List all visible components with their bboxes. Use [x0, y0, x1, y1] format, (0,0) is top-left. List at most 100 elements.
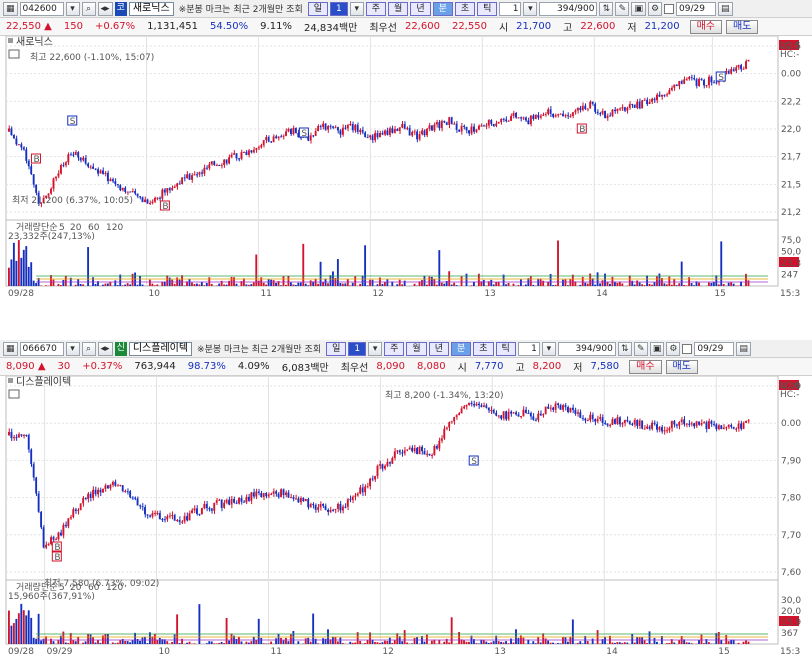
interval-value[interactable]: 1: [517, 341, 540, 356]
period-minute[interactable]: 분: [432, 1, 453, 16]
open-price: 7,770: [474, 361, 504, 372]
x-axis-label: 15:3: [780, 289, 800, 296]
candle-body: [299, 498, 302, 503]
period-month[interactable]: 월: [388, 1, 409, 16]
candle-body: [148, 515, 151, 517]
volume-bar: [450, 284, 453, 286]
candle-body: [89, 493, 92, 498]
draw-tool-icon[interactable]: ✎: [633, 341, 648, 356]
volume-bar: [12, 242, 15, 286]
interval-dropdown-button[interactable]: ▾: [368, 341, 383, 356]
gear-icon[interactable]: ⚙: [666, 341, 681, 356]
buy-button[interactable]: 매수: [629, 359, 662, 374]
chart-area[interactable]: 8,09 0.00 7,90 7,80 7,70 7,60 LC:6 HC:- 30,0 20,0…: [0, 376, 812, 654]
chart-area[interactable]: 22,5 0.00 22,2 22,0 21,7 21,5 21,2 LC:6 HC:- 75,0…: [0, 36, 812, 296]
candle-body: [591, 414, 594, 420]
candle-body: [581, 105, 584, 111]
volume-bar: [566, 641, 569, 644]
code-dropdown-button[interactable]: ▾: [65, 1, 80, 16]
layout-icon[interactable]: ▦: [3, 341, 18, 356]
period-tick[interactable]: 틱: [495, 341, 516, 356]
interval-dropdown-button[interactable]: ▾: [349, 1, 364, 16]
volume-bar: [339, 282, 342, 286]
period-second[interactable]: 초: [454, 1, 476, 16]
candle-body: [445, 122, 448, 125]
interval-value[interactable]: 1: [499, 1, 522, 16]
candle-body: [238, 158, 240, 160]
prev-next-icon[interactable]: ◂▸: [97, 341, 113, 356]
stock-name-field[interactable]: 새로닉스: [128, 1, 174, 16]
code-dropdown-button[interactable]: ▾: [65, 341, 80, 356]
volume-bar: [468, 641, 470, 644]
volume-bar: [106, 633, 109, 644]
candle-body: [566, 115, 569, 117]
sell-button[interactable]: 매도: [665, 359, 698, 374]
candle-body: [665, 430, 668, 432]
candle-body: [260, 493, 263, 498]
period-tick[interactable]: 틱: [477, 1, 498, 16]
buy-button[interactable]: 매수: [689, 19, 722, 34]
candle-body: [747, 59, 750, 62]
candle-body: [485, 405, 488, 408]
volume-bar: [685, 642, 688, 644]
volume-bar: [129, 284, 132, 286]
indicator-icon[interactable]: ⇅: [617, 341, 632, 356]
period-year[interactable]: 년: [428, 341, 449, 356]
date-field[interactable]: 09/29: [694, 341, 735, 356]
period-week[interactable]: 주: [384, 341, 405, 356]
gear-icon[interactable]: ⚙: [647, 1, 663, 16]
period-year[interactable]: 년: [410, 1, 431, 16]
search-icon[interactable]: ⌕: [81, 341, 96, 356]
period-day[interactable]: 일: [307, 1, 329, 16]
prev-next-icon[interactable]: ◂▸: [97, 1, 113, 16]
calendar-icon[interactable]: ▤: [736, 341, 751, 356]
candle-body: [651, 422, 653, 429]
layout-icon[interactable]: ▦: [3, 1, 18, 16]
candle-body: [673, 421, 676, 425]
candlestick-chart[interactable]: 8,090.007,907,807,707,60LC:6HC:-30,020,0…: [0, 376, 812, 654]
stock-code-input[interactable]: 042600: [19, 1, 64, 16]
period-day[interactable]: 일: [326, 341, 347, 356]
candle-count-field[interactable]: 394/900: [557, 341, 616, 356]
period-interval[interactable]: 1: [348, 341, 367, 356]
period-week[interactable]: 주: [365, 1, 387, 16]
interval-spin-button[interactable]: ▾: [523, 1, 538, 16]
candle-body: [435, 122, 438, 125]
period-interval[interactable]: 1: [330, 1, 348, 16]
search-icon[interactable]: ⌕: [81, 1, 96, 16]
candlestick-chart[interactable]: 22,50.0022,222,021,721,521,2LC:6HC:-75,0…: [0, 36, 812, 296]
period-minute[interactable]: 분: [450, 341, 472, 356]
candle-body: [574, 110, 577, 113]
period-second[interactable]: 초: [473, 341, 494, 356]
candle: [30, 448, 33, 467]
sell-button[interactable]: 매도: [725, 19, 759, 34]
save-icon[interactable]: ▣: [631, 1, 646, 16]
stock-code-input[interactable]: 066670: [19, 341, 64, 356]
save-icon[interactable]: ▣: [649, 341, 665, 356]
date-field[interactable]: 09/29: [676, 1, 717, 16]
candle-body: [374, 133, 376, 141]
period-month[interactable]: 월: [406, 341, 427, 356]
candle-count-field[interactable]: 394/900: [539, 1, 598, 16]
volume-bar: [564, 279, 567, 286]
candle-body: [747, 420, 750, 422]
date-checkbox[interactable]: [664, 3, 675, 14]
calendar-icon[interactable]: ▤: [718, 1, 733, 16]
candle-body: [438, 440, 441, 449]
volume-bar: [678, 283, 681, 286]
volume-bar: [609, 283, 611, 286]
candle-body: [252, 492, 255, 497]
volume-bar: [584, 282, 587, 286]
candle-body: [205, 503, 208, 509]
date-checkbox[interactable]: [682, 343, 693, 354]
candle-body: [616, 417, 619, 424]
indicator-icon[interactable]: ⇅: [599, 1, 614, 16]
draw-tool-icon[interactable]: ✎: [615, 1, 630, 16]
interval-spin-button[interactable]: ▾: [541, 341, 556, 356]
candle-body: [475, 403, 478, 406]
stock-name-field[interactable]: 디스플레이텍: [128, 341, 193, 356]
volume-bar: [257, 280, 260, 286]
sell-mark: S: [298, 127, 309, 139]
candle-body: [156, 197, 159, 199]
candle-body: [539, 115, 542, 118]
